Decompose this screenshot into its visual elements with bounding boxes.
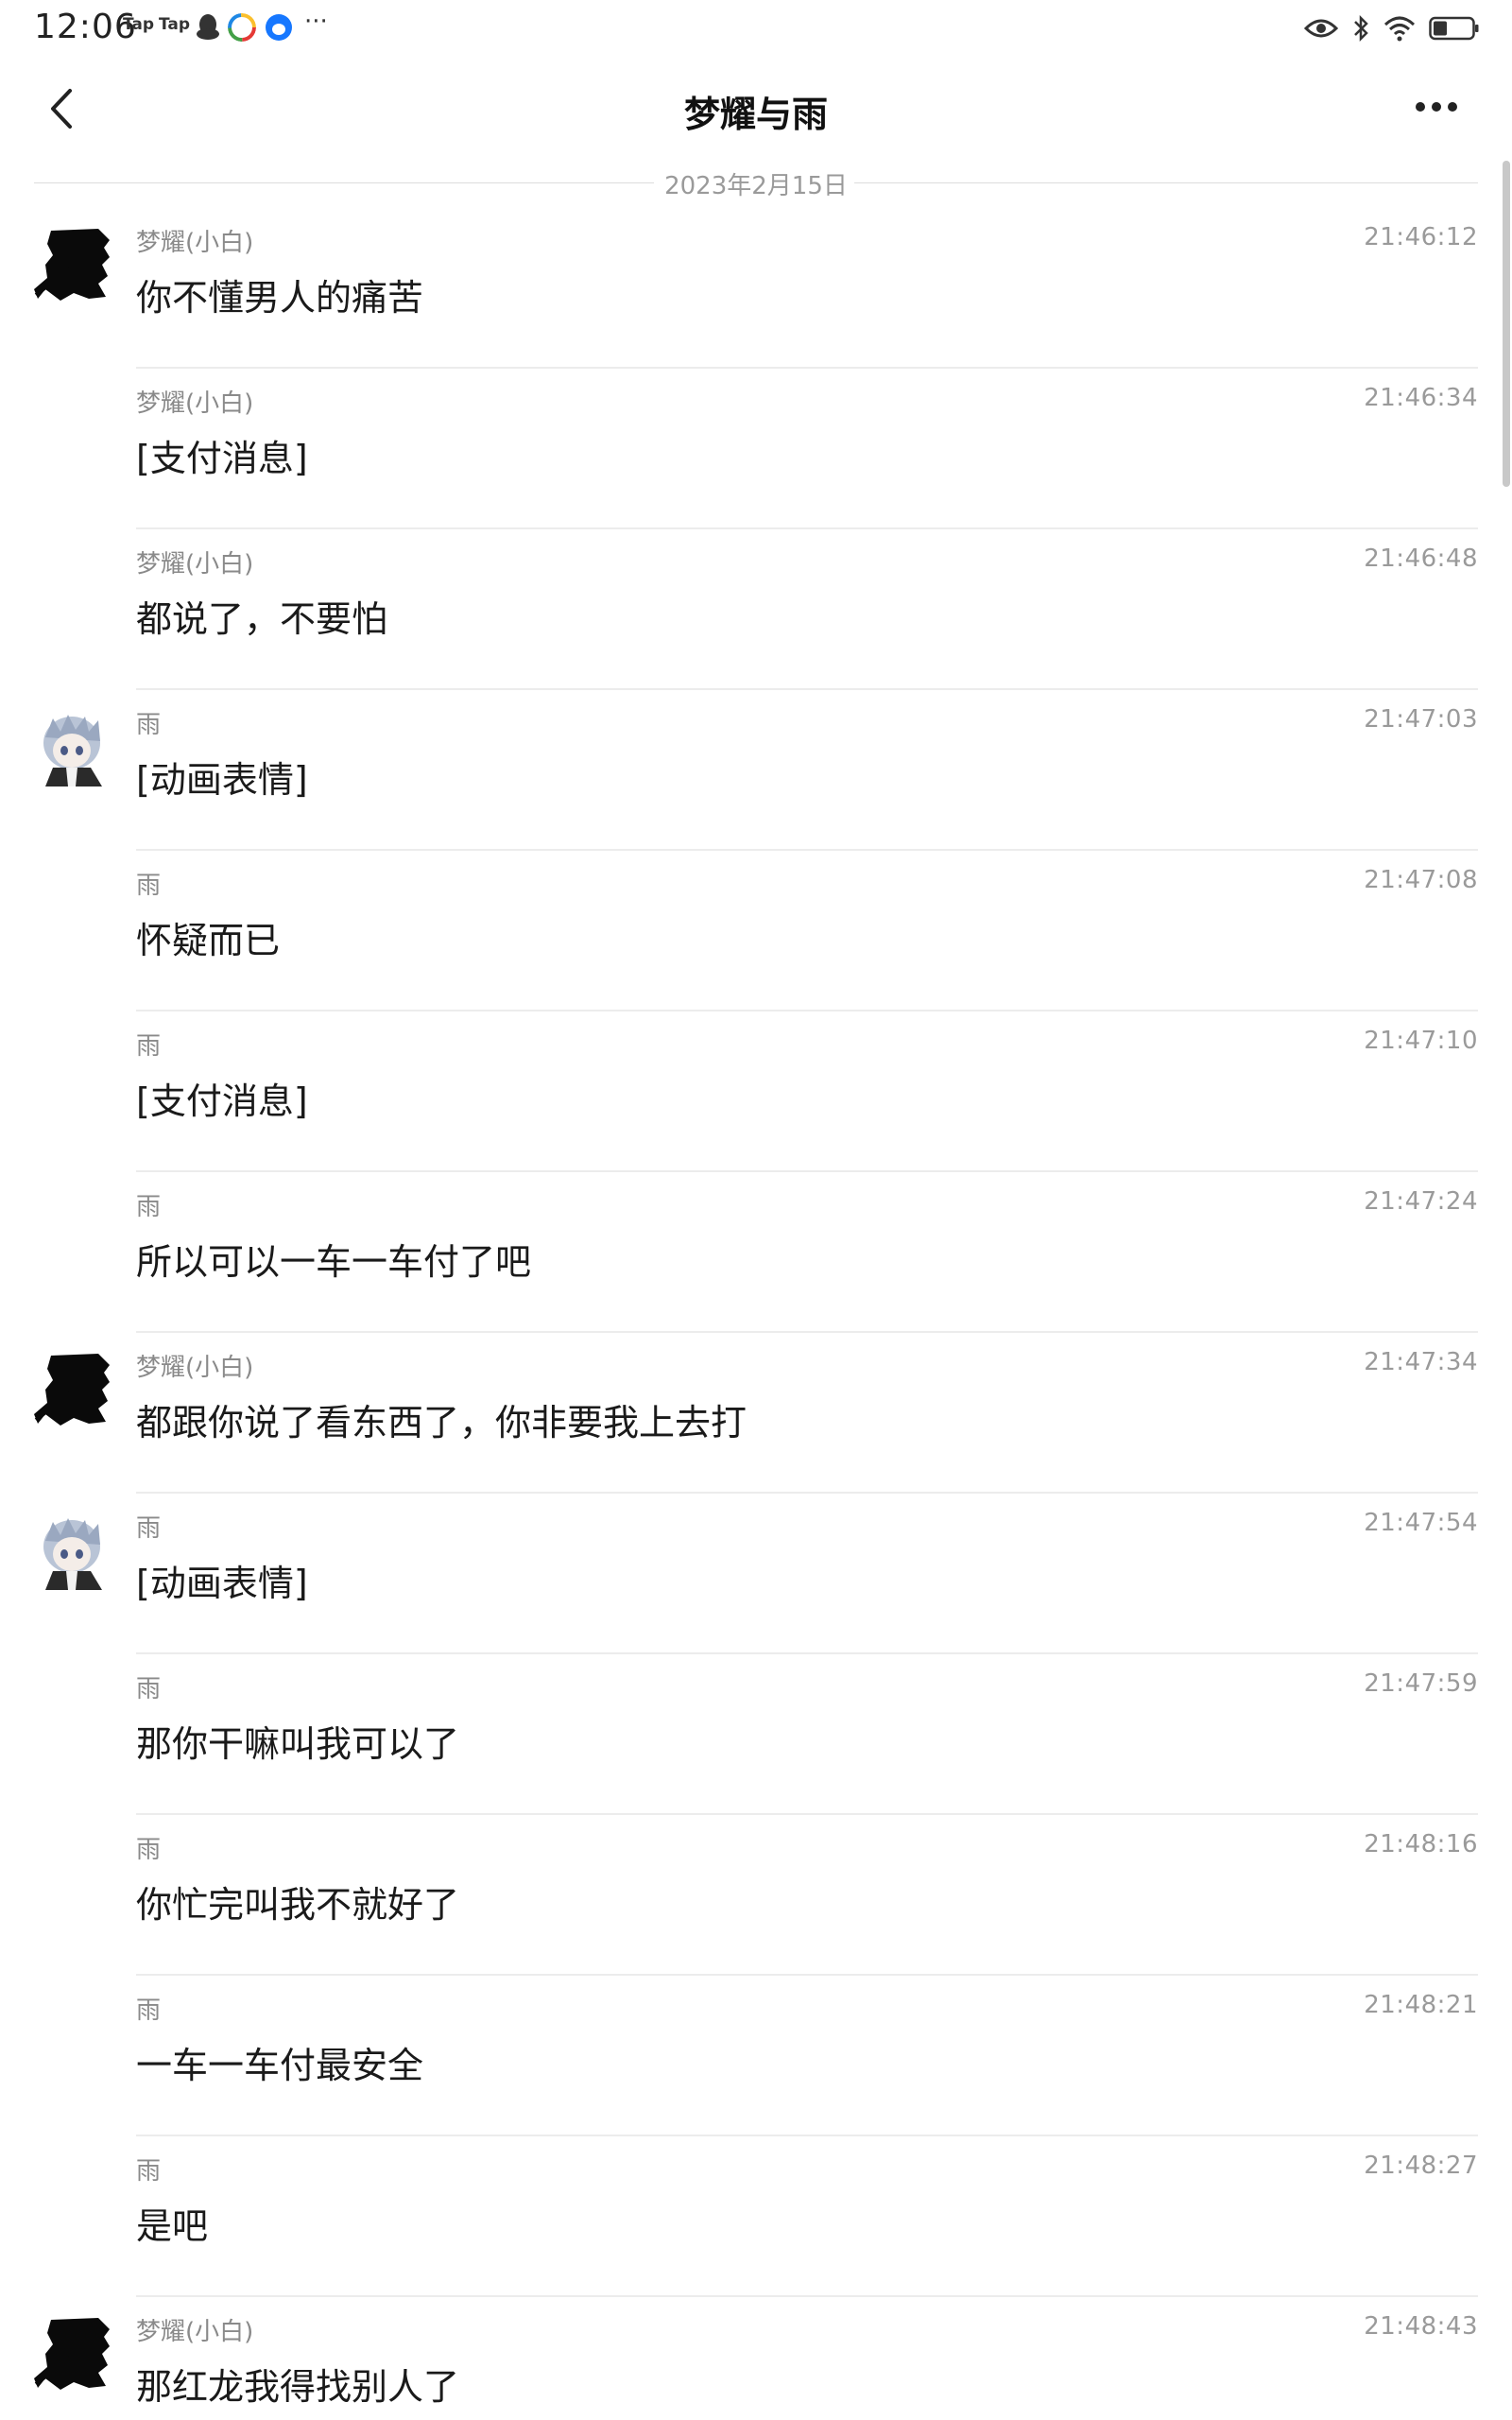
message-text[interactable]: 都跟你说了看东西了，你非要我上去打 bbox=[136, 1393, 747, 1445]
message-time: 21:48:43 bbox=[1364, 2312, 1478, 2341]
message-row[interactable]: 雨 21:48:16 你忙完叫我不就好了 bbox=[0, 1815, 1512, 1976]
message-sender: 雨 bbox=[136, 1996, 162, 2025]
avatar-rain[interactable] bbox=[32, 709, 112, 788]
message-time: 21:47:24 bbox=[1364, 1187, 1478, 1216]
message-time: 21:47:59 bbox=[1364, 1669, 1478, 1698]
message-time: 21:47:34 bbox=[1364, 1348, 1478, 1376]
colorful-app-icon bbox=[228, 13, 256, 42]
message-sender: 雨 bbox=[136, 1032, 162, 1061]
message-sender: 梦耀(小白) bbox=[136, 1354, 254, 1382]
message-text[interactable]: [支付消息] bbox=[136, 1072, 308, 1124]
message-text[interactable]: [支付消息] bbox=[136, 429, 308, 481]
battery-icon bbox=[1429, 16, 1479, 41]
message-row[interactable]: 梦耀(小白) 21:48:43 那红龙我得找别人了 bbox=[0, 2297, 1512, 2420]
message-text[interactable]: 你不懂男人的痛苦 bbox=[136, 268, 423, 320]
message-text[interactable]: 那你干嘛叫我可以了 bbox=[136, 1715, 459, 1767]
message-row[interactable]: 雨 21:47:59 那你干嘛叫我可以了 bbox=[0, 1654, 1512, 1815]
message-text[interactable]: 所以可以一车一车付了吧 bbox=[136, 1233, 531, 1285]
message-row[interactable]: 梦耀(小白) 21:47:34 都跟你说了看东西了，你非要我上去打 bbox=[0, 1333, 1512, 1494]
message-sender: 梦耀(小白) bbox=[136, 229, 254, 257]
message-sender: 雨 bbox=[136, 872, 162, 900]
page-title: 梦耀与雨 bbox=[683, 94, 828, 135]
avatar-mengyao[interactable] bbox=[32, 2316, 112, 2395]
message-row[interactable]: 雨 21:47:03 [动画表情] bbox=[0, 690, 1512, 851]
message-time: 21:47:10 bbox=[1364, 1027, 1478, 1055]
date-separator: 2023年2月15日 bbox=[34, 161, 1478, 204]
message-sender: 雨 bbox=[136, 1675, 162, 1703]
message-sender: 梦耀(小白) bbox=[136, 389, 254, 418]
taptap-notification-icon: Tap bbox=[123, 15, 155, 34]
message-text[interactable]: [动画表情] bbox=[136, 1554, 308, 1606]
message-text[interactable]: 一车一车付最安全 bbox=[136, 2036, 423, 2088]
message-text[interactable]: 你忙完叫我不就好了 bbox=[136, 1876, 459, 1927]
message-sender: 梦耀(小白) bbox=[136, 2318, 254, 2346]
avatar-rain[interactable] bbox=[32, 1512, 112, 1592]
message-sender: 雨 bbox=[136, 711, 162, 739]
blue-app-icon bbox=[266, 14, 292, 41]
message-row[interactable]: 梦耀(小白) 21:46:34 [支付消息] bbox=[0, 369, 1512, 529]
more-options-icon[interactable] bbox=[1416, 102, 1457, 113]
message-time: 21:46:48 bbox=[1364, 544, 1478, 573]
status-indicators bbox=[1304, 11, 1480, 45]
message-time: 21:48:16 bbox=[1364, 1830, 1478, 1858]
avatar-mengyao[interactable] bbox=[32, 1352, 112, 1431]
status-time: 12:06 bbox=[34, 8, 137, 46]
message-text[interactable]: 怀疑而已 bbox=[136, 911, 280, 963]
message-row[interactable]: 雨 21:48:21 一车一车付最安全 bbox=[0, 1976, 1512, 2136]
chat-header: 梦耀与雨 bbox=[0, 57, 1512, 161]
status-bar: 12:06 Tap Tap ··· bbox=[0, 0, 1512, 57]
message-time: 21:48:27 bbox=[1364, 2152, 1478, 2180]
message-row[interactable]: 雨 21:48:27 是吧 bbox=[0, 2136, 1512, 2297]
chat-history-page: 12:06 Tap Tap ··· 梦耀与雨 2023年2月15日 梦耀(小白)… bbox=[0, 0, 1512, 2420]
eye-icon bbox=[1304, 19, 1338, 38]
message-row[interactable]: 雨 21:47:10 [支付消息] bbox=[0, 1011, 1512, 1172]
message-row[interactable]: 梦耀(小白) 21:46:48 都说了，不要怕 bbox=[0, 529, 1512, 690]
message-time: 21:47:03 bbox=[1364, 705, 1478, 734]
message-sender: 雨 bbox=[136, 2157, 162, 2186]
message-time: 21:48:21 bbox=[1364, 1991, 1478, 2019]
wifi-icon bbox=[1383, 16, 1416, 42]
message-text[interactable]: 那红龙我得找别人了 bbox=[136, 2358, 459, 2410]
message-time: 21:46:34 bbox=[1364, 384, 1478, 412]
message-sender: 雨 bbox=[136, 1836, 162, 1864]
message-sender: 雨 bbox=[136, 1193, 162, 1221]
message-row[interactable]: 雨 21:47:54 [动画表情] bbox=[0, 1494, 1512, 1654]
date-label: 2023年2月15日 bbox=[664, 172, 848, 200]
avatar-mengyao[interactable] bbox=[32, 227, 112, 306]
message-text[interactable]: 是吧 bbox=[136, 2197, 208, 2249]
message-row[interactable]: 雨 21:47:24 所以可以一车一车付了吧 bbox=[0, 1172, 1512, 1333]
message-text[interactable]: [动画表情] bbox=[136, 751, 308, 803]
message-text[interactable]: 都说了，不要怕 bbox=[136, 590, 387, 642]
message-time: 21:46:12 bbox=[1364, 223, 1478, 251]
qq-penguin-icon bbox=[197, 14, 219, 40]
date-separator-line-right bbox=[854, 182, 1478, 183]
message-sender: 雨 bbox=[136, 1514, 162, 1543]
message-time: 21:47:08 bbox=[1364, 866, 1478, 894]
message-time: 21:47:54 bbox=[1364, 1509, 1478, 1537]
taptap-notification-icon-2: Tap bbox=[159, 15, 191, 34]
more-notifications-icon: ··· bbox=[304, 8, 328, 36]
message-row[interactable]: 梦耀(小白) 21:46:12 你不懂男人的痛苦 bbox=[0, 208, 1512, 369]
message-row[interactable]: 雨 21:47:08 怀疑而已 bbox=[0, 851, 1512, 1011]
message-sender: 梦耀(小白) bbox=[136, 550, 254, 579]
bluetooth-icon bbox=[1354, 14, 1368, 43]
